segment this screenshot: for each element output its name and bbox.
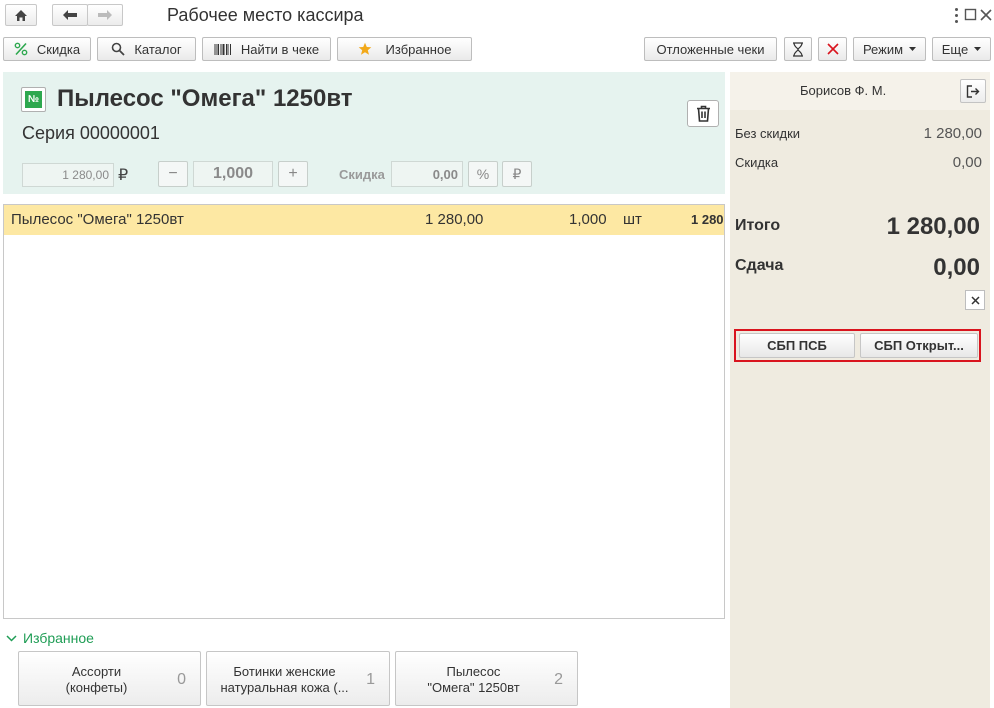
change-label: Сдача [735,257,784,274]
favorite-count: 2 [554,671,563,688]
catalog-button-label: Каталог [134,41,182,57]
clear-change-button[interactable] [965,290,985,310]
find-in-receipt-label: Найти в чеке [240,41,320,57]
star-icon [358,42,372,56]
panel-discount-label: Скидка [735,155,779,170]
without-discount-label: Без скидки [735,126,801,141]
chevron-down-icon [6,634,17,642]
arrow-right-icon [98,10,112,20]
total-value: 1 280,00 [886,213,980,240]
hourglass-icon [793,41,803,57]
cashier-name: Борисов Ф. М. [800,83,887,98]
quantity-field[interactable]: 1,000 [193,161,273,187]
panel-discount-value: 0,00 [952,154,982,171]
sbp-psb-button[interactable]: СБП ПСБ [739,333,855,358]
favorite-count: 0 [177,671,186,688]
receipt-list[interactable]: Пылесос "Омега" 1250вт 1 280,00 1,000 шт… [3,204,725,619]
currency-sign: ₽ [118,167,129,184]
cross-icon [826,43,839,55]
deferred-receipts-button[interactable]: Отложенные чеки [644,37,777,61]
maximize-icon[interactable] [964,8,977,21]
more-label: Еще [941,41,969,57]
total-label: Итого [735,217,781,234]
favorite-tile-boots[interactable]: Ботинки женские натуральная кожа (... 1 [206,651,390,706]
window-title: Рабочее место кассира [167,5,364,25]
close-icon[interactable] [980,9,992,21]
discount-button-label: Скидка [36,41,81,57]
percent-discount-button[interactable]: % [468,161,498,187]
row-name: Пылесос "Омега" 1250вт [11,211,184,228]
more-options-icon[interactable] [949,6,963,24]
favorites-section-header[interactable]: Избранное [6,630,94,646]
favorite-count: 1 [366,671,375,688]
item-series: Серия 00000001 [22,123,160,143]
ruble-discount-button[interactable]: ₽ [502,161,532,187]
home-button[interactable] [5,4,37,26]
barcode-icon [214,43,232,56]
chevron-down-icon [909,47,917,51]
more-dropdown[interactable]: Еще [932,37,991,61]
hourglass-button[interactable] [784,37,812,61]
sbp-open-button[interactable]: СБП Открыт... [860,333,978,358]
discount-field[interactable]: 0,00 [391,161,463,187]
favorite-tile-vacuum[interactable]: Пылесос "Омега" 1250вт 2 [395,651,578,706]
increase-quantity-button[interactable]: + [278,161,308,187]
forward-button[interactable] [87,4,123,26]
change-value: 0,00 [933,254,980,281]
item-number-icon: № [21,87,46,112]
arrow-left-icon [63,10,77,20]
catalog-button[interactable]: Каталог [97,37,196,61]
close-icon [970,295,980,305]
table-row[interactable]: Пылесос "Омега" 1250вт 1 280,00 1,000 шт… [4,205,724,235]
without-discount-value: 1 280,00 [923,125,982,142]
delete-item-button[interactable] [687,100,719,127]
decrease-quantity-button[interactable]: − [158,161,188,187]
logout-button[interactable] [960,79,986,103]
percent-icon [14,42,28,56]
discount-label: Скидка [339,167,385,182]
deferred-receipts-label: Отложенные чеки [656,41,765,57]
home-icon [15,9,27,21]
favorite-tile-assorti[interactable]: Ассорти (конфеты) 0 [18,651,201,706]
discount-button[interactable]: Скидка [3,37,91,61]
cancel-receipt-button[interactable] [818,37,847,61]
chevron-down-icon [974,47,982,51]
mode-label: Режим [862,41,904,57]
item-name: Пылесос "Омега" 1250вт [57,85,353,112]
favorites-button[interactable]: Избранное [337,37,472,61]
back-button[interactable] [52,4,88,26]
favorites-button-label: Избранное [385,41,452,57]
row-sum: 1 280 [691,212,724,227]
row-price: 1 280,00 [425,211,484,228]
row-quantity: 1,000 [569,211,607,228]
search-icon [111,42,125,56]
row-unit: шт [623,211,642,228]
favorites-header-label: Избранное [23,630,94,646]
find-in-receipt-button[interactable]: Найти в чеке [202,37,331,61]
logout-icon [966,84,980,98]
trash-icon [696,105,710,122]
mode-dropdown[interactable]: Режим [853,37,926,61]
price-field[interactable]: 1 280,00 [22,163,114,187]
